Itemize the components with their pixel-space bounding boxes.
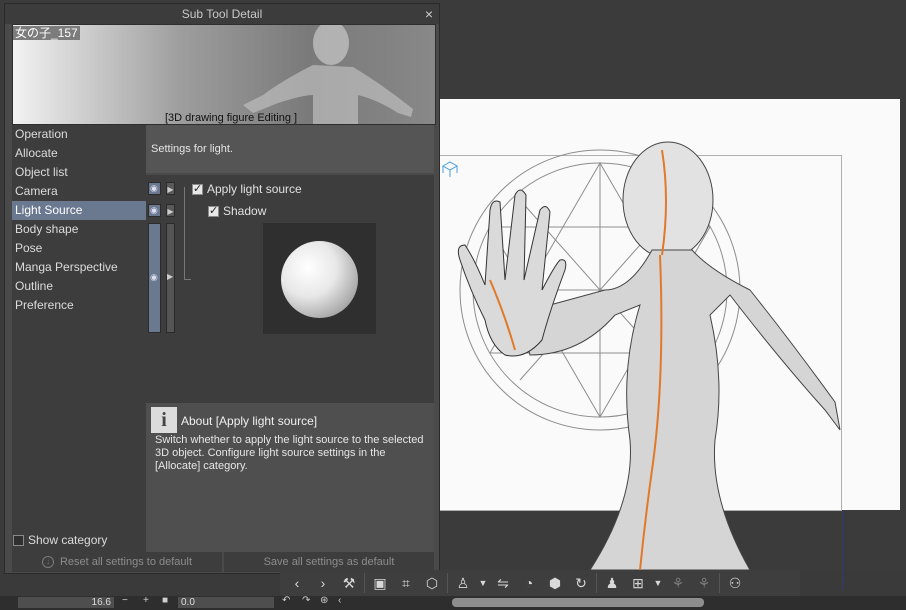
chevron-right-icon[interactable]: ›: [312, 575, 334, 591]
ruler-guide: [842, 510, 843, 590]
toolbar-separator: [719, 573, 720, 593]
chevron-left-icon[interactable]: ‹: [286, 575, 308, 591]
shadow-checkbox[interactable]: [208, 204, 219, 217]
category-list: Operation Allocate Object list Camera Li…: [12, 125, 146, 552]
info-icon: i: [151, 407, 177, 433]
reset-rotation-icon[interactable]: ⊛: [320, 595, 328, 606]
reset-icon: ↓: [41, 556, 54, 568]
dialog-footer: ↓ Reset all settings to default Save all…: [12, 552, 434, 572]
toolbar-separator: [596, 573, 597, 593]
cube-marker-icon: [441, 161, 459, 177]
apply-light-source-checkbox[interactable]: [192, 182, 203, 195]
category-operation[interactable]: Operation: [12, 125, 146, 144]
dropdown-arrow-icon[interactable]: ▼: [478, 578, 488, 588]
stop-icon[interactable]: ■: [162, 595, 168, 606]
expand-arrow-icon[interactable]: ▶: [166, 204, 175, 217]
figure-pair-icon[interactable]: ⚇: [724, 575, 746, 592]
toolbar-separator: [364, 573, 365, 593]
horizontal-scrollbar[interactable]: [452, 598, 704, 607]
object-launcher-toolbar: ‹ › ⚒ ▣ ⌗ ⬡ ♙ ▼ ⇋ ◔ ⬢ ↻ ♟ ⊞ ▼ ⚘ ⚘ ⚇: [280, 570, 800, 596]
close-icon[interactable]: ×: [425, 5, 433, 23]
show-category-label: Show category: [28, 533, 108, 547]
about-panel: i About [Apply light source] Switch whet…: [146, 403, 434, 552]
save-label: Save all settings as default: [263, 556, 395, 568]
zoom-value-field[interactable]: 16.6: [18, 597, 114, 608]
tree-connector: [184, 187, 191, 280]
scroll-left-icon[interactable]: ‹: [338, 595, 341, 606]
angle-value-field[interactable]: 0.0: [178, 597, 274, 608]
3d-figure-scene[interactable]: [430, 140, 850, 570]
expand-arrow-icon[interactable]: ▶: [166, 182, 175, 195]
wrench-icon[interactable]: ⚒: [338, 575, 360, 592]
category-outline[interactable]: Outline: [12, 277, 146, 296]
category-object-list[interactable]: Object list: [12, 163, 146, 182]
hex-rotate-icon[interactable]: ⬢: [544, 575, 566, 592]
camera-frame-icon[interactable]: ▣: [369, 575, 391, 592]
category-light-source[interactable]: Light Source: [12, 201, 146, 220]
show-category-checkbox[interactable]: [13, 534, 24, 546]
category-allocate[interactable]: Allocate: [12, 144, 146, 163]
light-sphere[interactable]: [281, 241, 358, 318]
figure-body: [527, 141, 841, 570]
settings-body: ◉ ▶ ◉ ▶ ◉ ▶ Apply light source Shadow: [146, 175, 434, 403]
dialog-title[interactable]: Sub Tool Detail: [5, 4, 439, 24]
shadow-label: Shadow: [223, 204, 267, 218]
expand-arrow-icon[interactable]: ▶: [166, 223, 175, 333]
visibility-eye-icon[interactable]: ◉: [148, 182, 161, 195]
flip-icon[interactable]: ⇋: [492, 575, 514, 592]
zoom-in-icon[interactable]: +: [143, 595, 149, 606]
dropdown-arrow-icon[interactable]: ▼: [653, 578, 663, 588]
cube-icon[interactable]: ⬡: [421, 575, 443, 592]
about-title: About [Apply light source]: [181, 414, 318, 428]
apply-light-source-row[interactable]: Apply light source: [192, 182, 302, 196]
zoom-out-icon[interactable]: −: [122, 595, 128, 606]
rotate-right-icon[interactable]: ↷: [302, 595, 310, 606]
figure-move-icon[interactable]: ♙: [452, 575, 474, 592]
reset-all-settings-button[interactable]: ↓ Reset all settings to default: [12, 552, 222, 572]
shadow-row[interactable]: Shadow: [208, 204, 266, 218]
reset-label: Reset all settings to default: [59, 556, 193, 568]
category-body-shape[interactable]: Body shape: [12, 220, 146, 239]
visibility-eye-icon[interactable]: ◉: [148, 223, 161, 333]
toolbar-separator: [447, 573, 448, 593]
crop-icon[interactable]: ⌗: [395, 575, 417, 592]
category-pose[interactable]: Pose: [12, 239, 146, 258]
settings-header: Settings for light.: [146, 125, 434, 173]
apply-light-source-label: Apply light source: [207, 182, 302, 196]
figure-pose-icon[interactable]: ⊞: [627, 575, 649, 592]
figure-sit-icon[interactable]: ⚘: [667, 575, 689, 592]
visibility-eye-icon[interactable]: ◉: [148, 204, 161, 217]
category-camera[interactable]: Camera: [12, 182, 146, 201]
light-direction-control[interactable]: [263, 223, 376, 334]
status-bar: 16.6 − + ■ 0.0 ↶ ↷ ⊛ ‹: [0, 595, 906, 610]
preview-panel: 女の子_157 [3D drawing figure Editing ]: [12, 24, 436, 125]
settings-header-text: Settings for light.: [151, 143, 233, 155]
preview-object-name: 女の子_157: [13, 26, 80, 40]
show-category-toggle[interactable]: Show category: [13, 533, 107, 547]
category-preference[interactable]: Preference: [12, 296, 146, 315]
sub-tool-detail-dialog: Sub Tool Detail × 女の子_157 [3D drawing fi…: [4, 3, 440, 574]
category-manga-perspective[interactable]: Manga Perspective: [12, 258, 146, 277]
save-all-settings-button[interactable]: Save all settings as default: [224, 552, 434, 572]
rotate-arrow-icon[interactable]: ↻: [570, 575, 592, 592]
preview-caption: [3D drawing figure Editing ]: [165, 112, 298, 124]
figure-lie-icon[interactable]: ⚘: [693, 575, 715, 592]
rotate-left-icon[interactable]: ↶: [282, 595, 290, 606]
about-text: Switch whether to apply the light source…: [155, 434, 424, 472]
rotate-dial-icon[interactable]: ◔: [518, 575, 540, 591]
figure-add-icon[interactable]: ♟: [601, 575, 623, 592]
